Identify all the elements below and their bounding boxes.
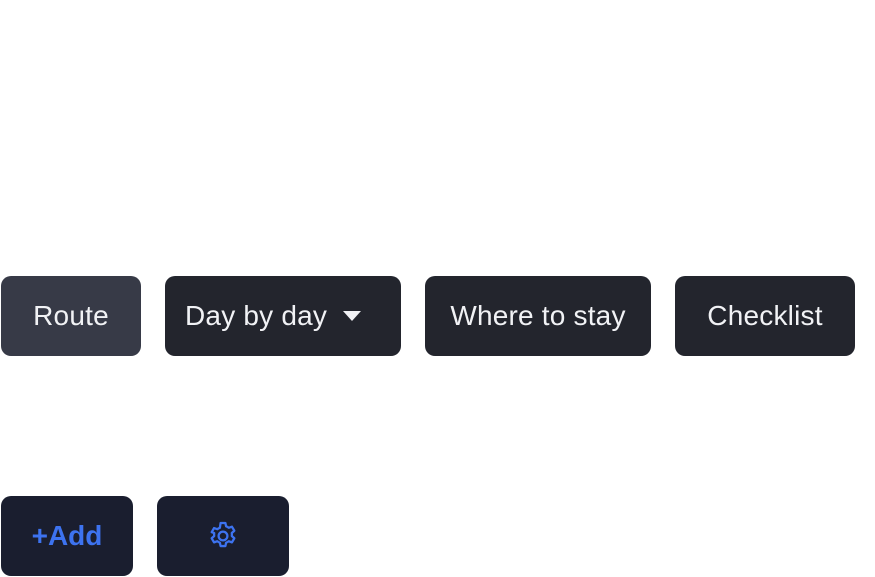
page: Route Day by day Where to stay Checklist… <box>0 0 875 577</box>
tab-checklist-label: Checklist <box>707 300 823 331</box>
add-button[interactable]: +Add <box>1 496 133 576</box>
gear-icon <box>206 519 240 553</box>
add-button-label: +Add <box>31 520 103 551</box>
tab-route[interactable]: Route <box>1 276 141 356</box>
tab-where-to-stay[interactable]: Where to stay <box>425 276 651 356</box>
tab-day-by-day[interactable]: Day by day <box>165 276 401 356</box>
tab-day-by-day-label: Day by day <box>185 300 328 331</box>
tab-where-to-stay-label: Where to stay <box>450 300 626 331</box>
tab-checklist[interactable]: Checklist <box>675 276 855 356</box>
settings-button[interactable] <box>157 496 289 576</box>
tab-route-label: Route <box>33 300 109 331</box>
chevron-down-icon <box>343 311 362 321</box>
